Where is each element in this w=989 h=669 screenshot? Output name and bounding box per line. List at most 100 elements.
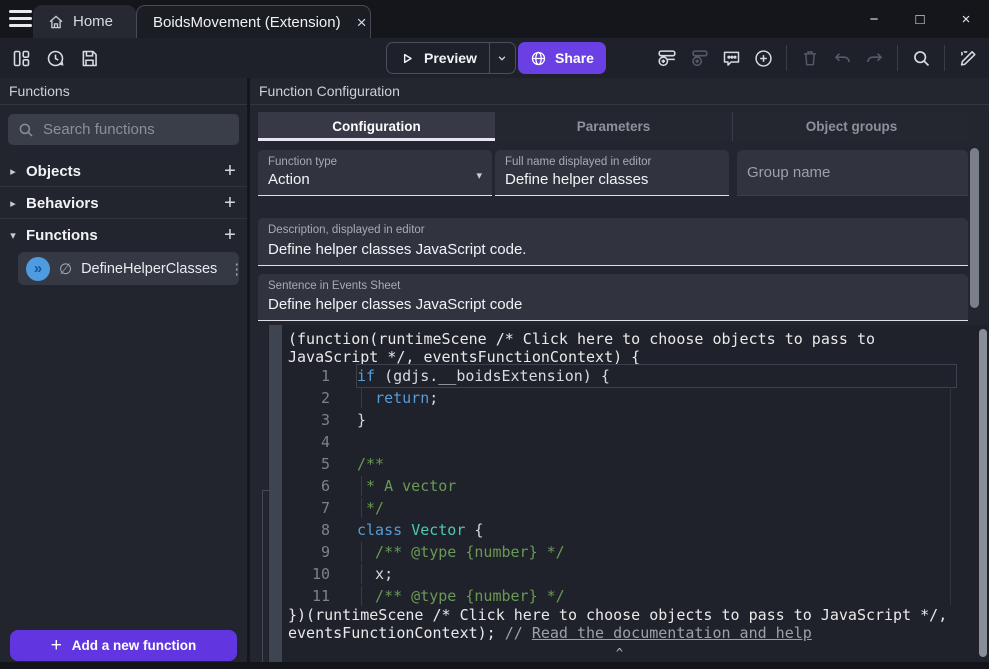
- code-line[interactable]: 1if (gdjs.__boidsExtension) {: [282, 365, 978, 387]
- mosaic-panel-border: [262, 490, 269, 662]
- tab-close-icon[interactable]: ×: [357, 14, 367, 31]
- collapse-caret-icon[interactable]: ^: [250, 646, 989, 660]
- delete-button[interactable]: [795, 43, 825, 73]
- editors-panel-button[interactable]: [6, 43, 36, 73]
- sentence-label: Sentence in Events Sheet: [268, 280, 400, 292]
- search-functions-box[interactable]: [8, 114, 239, 145]
- sidebar-section-functions[interactable]: ▾ Functions +: [0, 220, 247, 251]
- code-line-text: x;: [357, 563, 956, 585]
- code-line[interactable]: 8class Vector {: [282, 519, 978, 541]
- line-number: 3: [282, 409, 330, 431]
- config-tabs: Configuration Parameters Object groups: [258, 112, 970, 141]
- code-line[interactable]: 3}: [282, 409, 978, 431]
- code-line[interactable]: 5/**: [282, 453, 978, 475]
- description-value: Define helper classes JavaScript code.: [268, 241, 526, 258]
- toolbar-right: [652, 43, 983, 73]
- tab-parameters[interactable]: Parameters: [495, 112, 732, 141]
- save-button[interactable]: [74, 43, 104, 73]
- code-line[interactable]: 4: [282, 431, 978, 453]
- close-button[interactable]: ×: [943, 11, 989, 28]
- chevron-right-icon[interactable]: ▸: [0, 165, 26, 178]
- tab-home-label: Home: [73, 13, 113, 30]
- function-type-field[interactable]: Function type Action ▾: [258, 150, 492, 196]
- add-new-function-button[interactable]: + Add a new function: [10, 630, 237, 661]
- section-label: Functions: [26, 227, 213, 244]
- code-line[interactable]: 10 x;: [282, 563, 978, 585]
- share-button[interactable]: Share: [518, 42, 606, 74]
- code-line[interactable]: 9 /** @type {number} */: [282, 541, 978, 563]
- search-button[interactable]: [906, 43, 936, 73]
- add-object-button[interactable]: +: [213, 160, 247, 183]
- maximize-button[interactable]: □: [897, 11, 943, 28]
- config-scrollbar-thumb[interactable]: [970, 148, 979, 308]
- main-menu-button[interactable]: [9, 10, 32, 28]
- sidebar-section-objects[interactable]: ▸ Objects +: [0, 156, 247, 187]
- code-line[interactable]: 11 /** @type {number} */: [282, 585, 978, 607]
- code-line-text: class Vector {: [357, 519, 956, 541]
- line-number: 7: [282, 497, 330, 519]
- function-item-label: DefineHelperClasses: [81, 261, 217, 277]
- sentence-value: Define helper classes JavaScript code: [268, 296, 522, 313]
- documentation-link[interactable]: Read the documentation and help: [532, 624, 812, 642]
- dropdown-caret-icon[interactable]: ▾: [476, 169, 482, 182]
- indent-guide: [361, 476, 362, 496]
- code-line-text: */: [357, 497, 956, 519]
- code-line[interactable]: 7 */: [282, 497, 978, 519]
- add-behavior-button[interactable]: +: [213, 192, 247, 215]
- line-number: 1: [282, 365, 330, 387]
- hamburger-icon: [9, 10, 32, 13]
- more-vert-icon[interactable]: ⋮: [226, 260, 247, 278]
- redo-icon: [864, 48, 885, 69]
- add-function-button[interactable]: +: [213, 224, 247, 247]
- add-comment-button[interactable]: [716, 43, 746, 73]
- full-name-value: Define helper classes: [505, 171, 648, 188]
- private-icon: ∅: [59, 260, 72, 278]
- full-name-field[interactable]: Full name displayed in editor Define hel…: [495, 150, 729, 196]
- code-line[interactable]: 6 * A vector: [282, 475, 978, 497]
- tab-active-label: BoidsMovement (Extension): [153, 14, 341, 31]
- sidebar-section-behaviors[interactable]: ▸ Behaviors +: [0, 188, 247, 219]
- undo-button[interactable]: [827, 43, 857, 73]
- comment-icon: [721, 48, 742, 69]
- add-subevent-button[interactable]: [684, 43, 714, 73]
- code-line-text: /**: [357, 453, 956, 475]
- footer-code: eventsFunctionContext);: [288, 624, 505, 642]
- panels-icon: [11, 48, 32, 69]
- tab-boidsmovement[interactable]: BoidsMovement (Extension) ×: [136, 5, 371, 38]
- sentence-field[interactable]: Sentence in Events Sheet Define helper c…: [258, 274, 968, 321]
- tab-object-groups[interactable]: Object groups: [732, 112, 970, 141]
- add-event-button[interactable]: [652, 43, 682, 73]
- minimize-button[interactable]: −: [851, 11, 897, 28]
- section-label: Behaviors: [26, 195, 213, 212]
- search-functions-input[interactable]: [43, 121, 242, 138]
- group-name-field[interactable]: [737, 150, 968, 196]
- description-field[interactable]: Description, displayed in editor Define …: [258, 218, 968, 266]
- chevron-down-icon[interactable]: ▾: [0, 229, 26, 242]
- function-item-definehelperclasses[interactable]: » ∅ DefineHelperClasses ⋮: [18, 252, 239, 285]
- code-line[interactable]: 2 return;: [282, 387, 978, 409]
- tab-configuration[interactable]: Configuration: [258, 112, 495, 141]
- group-name-input[interactable]: [737, 150, 968, 195]
- description-label: Description, displayed in editor: [268, 224, 425, 236]
- code-wrapper-header[interactable]: (function(runtimeScene /* Click here to …: [288, 330, 948, 366]
- indent-guide: [361, 542, 362, 562]
- code-wrapper-footer[interactable]: })(runtimeScene /* Click here to choose …: [288, 606, 960, 642]
- toolbar-separator: [786, 45, 787, 71]
- edit-extension-button[interactable]: [953, 43, 983, 73]
- sidebar-title: Functions: [0, 78, 247, 105]
- footer-code: })(runtimeScene /* Click here to choose …: [288, 606, 947, 624]
- code-scrollbar-thumb[interactable]: [979, 329, 987, 657]
- preview-button[interactable]: Preview: [387, 43, 489, 73]
- line-number: 6: [282, 475, 330, 497]
- globe-icon: [530, 50, 547, 67]
- chevron-right-icon[interactable]: ▸: [0, 197, 26, 210]
- indent-guide: [361, 564, 362, 584]
- version-history-button[interactable]: [40, 43, 70, 73]
- preview-dropdown-button[interactable]: [489, 43, 515, 73]
- add-circle-button[interactable]: [748, 43, 778, 73]
- indent-guide: [361, 498, 362, 518]
- editor-drag-handle[interactable]: [269, 325, 282, 662]
- redo-button[interactable]: [859, 43, 889, 73]
- line-number: 10: [282, 563, 330, 585]
- tab-home[interactable]: Home: [33, 5, 136, 38]
